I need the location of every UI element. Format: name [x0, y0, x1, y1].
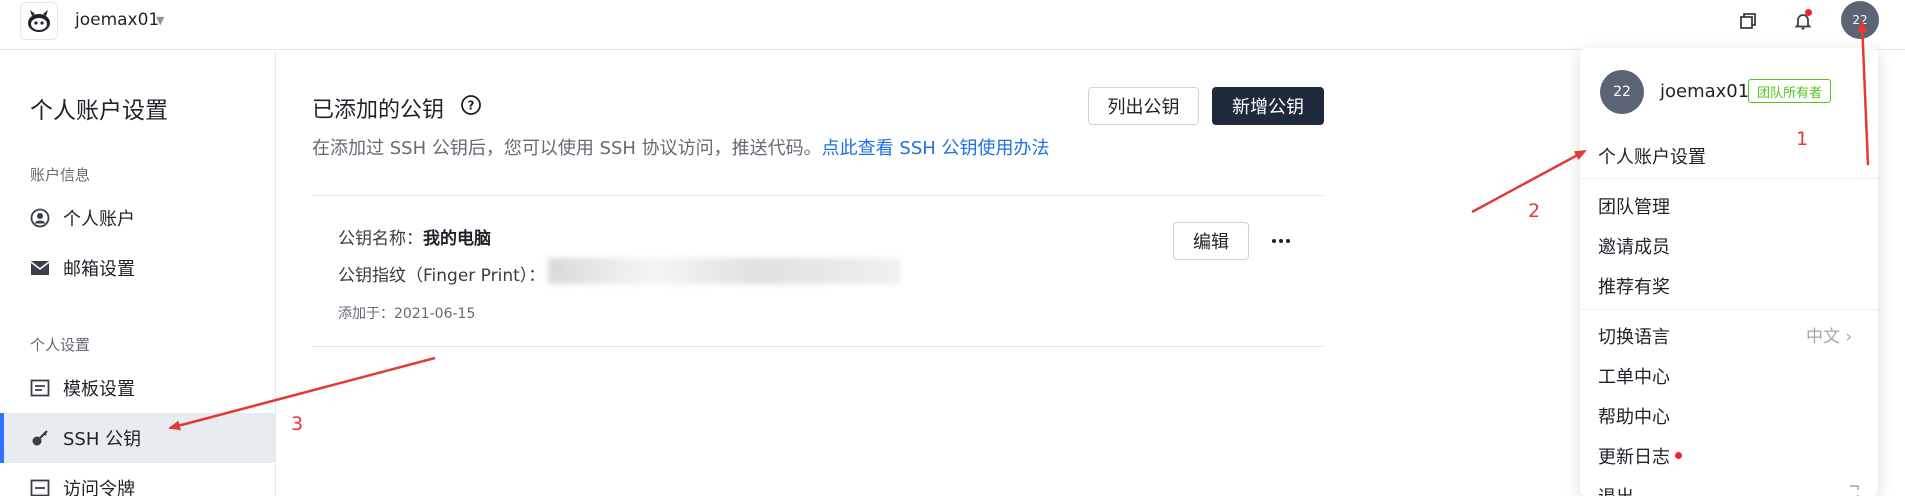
sidebar-item-personal-account[interactable]: 个人账户 — [0, 193, 275, 243]
add-key-button[interactable]: 新增公钥 — [1212, 87, 1324, 125]
key-icon — [30, 428, 50, 448]
sidebar: 个人账户设置 账户信息 个人账户 邮箱设置 个人设置 模板设置 SSH 公钥 访… — [0, 51, 276, 496]
redacted-fingerprint — [548, 258, 900, 284]
sidebar-item-label: 邮箱设置 — [63, 259, 135, 280]
team-switcher-name[interactable]: joemax01 — [75, 10, 159, 30]
menu-item-ticket-center[interactable]: 工单中心 — [1598, 363, 1858, 389]
template-icon — [30, 378, 50, 398]
menu-item-team-management[interactable]: 团队管理 — [1598, 193, 1858, 219]
svg-text:?: ? — [468, 99, 475, 113]
key-fingerprint-row: 公钥指纹（Finger Print）： — [338, 261, 545, 286]
avatar[interactable]: 22 — [1841, 1, 1879, 39]
changelog-dot — [1675, 452, 1682, 459]
notification-dot — [1805, 9, 1812, 16]
logout-icon — [1848, 485, 1864, 496]
sidebar-group-label: 个人设置 — [30, 336, 91, 354]
description-text: 在添加过 SSH 公钥后，您可以使用 SSH 协议访问，推送代码。 — [312, 138, 822, 159]
dropdown-username: joemax01 — [1660, 81, 1750, 102]
key-name-value: 我的电脑 — [423, 229, 491, 249]
annotation-number: 2 — [1528, 200, 1541, 222]
chevron-right-icon: › — [1845, 327, 1853, 347]
annotation-number: 3 — [291, 413, 304, 435]
mail-icon — [30, 258, 50, 278]
bell-icon[interactable] — [1790, 8, 1816, 34]
avatar: 22 — [1600, 70, 1644, 114]
sidebar-item-label: 访问令牌 — [63, 479, 135, 496]
language-text: 中文 — [1806, 327, 1840, 347]
key-fingerprint-label: 公钥指纹（Finger Print）： — [338, 266, 546, 286]
list-keys-button[interactable]: 列出公钥 — [1088, 87, 1199, 125]
page-title: 已添加的公钥 — [312, 98, 445, 123]
key-added-date: 添加于：2021-06-15 — [338, 303, 475, 323]
role-badge: 团队所有者 — [1748, 79, 1832, 103]
window-icon[interactable] — [1735, 8, 1761, 34]
user-dropdown-menu: 22 joemax01 团队所有者 个人账户设置 团队管理 邀请成员 推荐有奖 … — [1580, 48, 1878, 496]
user-circle-icon — [30, 208, 50, 228]
menu-item-changelog[interactable]: 更新日志 — [1598, 443, 1858, 469]
sidebar-title: 个人账户设置 — [30, 98, 168, 124]
sidebar-item-email-settings[interactable]: 邮箱设置 — [0, 243, 275, 293]
menu-item-help-center[interactable]: 帮助中心 — [1598, 403, 1858, 429]
menu-item-invite-members[interactable]: 邀请成员 — [1598, 233, 1858, 259]
key-added-value: 2021-06-15 — [394, 306, 476, 322]
annotation-number: 1 — [1796, 128, 1809, 150]
page-description: 在添加过 SSH 公钥后，您可以使用 SSH 协议访问，推送代码。点此查看 SS… — [312, 134, 1050, 160]
key-added-label: 添加于： — [338, 306, 394, 322]
divider — [312, 195, 1324, 196]
sidebar-item-template-settings[interactable]: 模板设置 — [0, 363, 275, 413]
key-name-label: 公钥名称： — [338, 229, 423, 249]
sidebar-item-ssh-keys[interactable]: SSH 公钥 — [0, 413, 275, 463]
key-name-row: 公钥名称：我的电脑 — [338, 224, 491, 249]
sidebar-item-access-tokens[interactable]: 访问令牌 — [0, 463, 275, 496]
sidebar-group-label: 账户信息 — [30, 166, 91, 184]
top-bar: joemax01 ▼ 22 — [0, 0, 1905, 50]
menu-item-logout[interactable]: 退出 — [1598, 483, 1858, 496]
question-circle-icon[interactable]: ? — [460, 94, 482, 116]
divider — [312, 346, 1324, 347]
sidebar-item-label: 模板设置 — [63, 379, 135, 400]
divider — [1580, 178, 1878, 179]
menu-item-referral[interactable]: 推荐有奖 — [1598, 273, 1858, 299]
token-icon — [30, 478, 50, 496]
chevron-down-icon[interactable]: ▼ — [156, 14, 164, 27]
edit-key-button[interactable]: 编辑 — [1173, 222, 1249, 260]
ssh-usage-help-link[interactable]: 点此查看 SSH 公钥使用办法 — [822, 138, 1050, 159]
app-window: { "header": { "team_name": "joemax01", "… — [0, 0, 1905, 496]
language-value: 中文 › — [1806, 322, 1852, 347]
menu-item-account-settings[interactable]: 个人账户设置 — [1598, 143, 1858, 169]
sidebar-item-label: 个人账户 — [63, 209, 135, 230]
more-icon[interactable] — [1268, 231, 1294, 251]
divider — [1580, 309, 1878, 310]
logo-icon[interactable] — [20, 2, 58, 40]
sidebar-item-label: SSH 公钥 — [63, 429, 142, 450]
